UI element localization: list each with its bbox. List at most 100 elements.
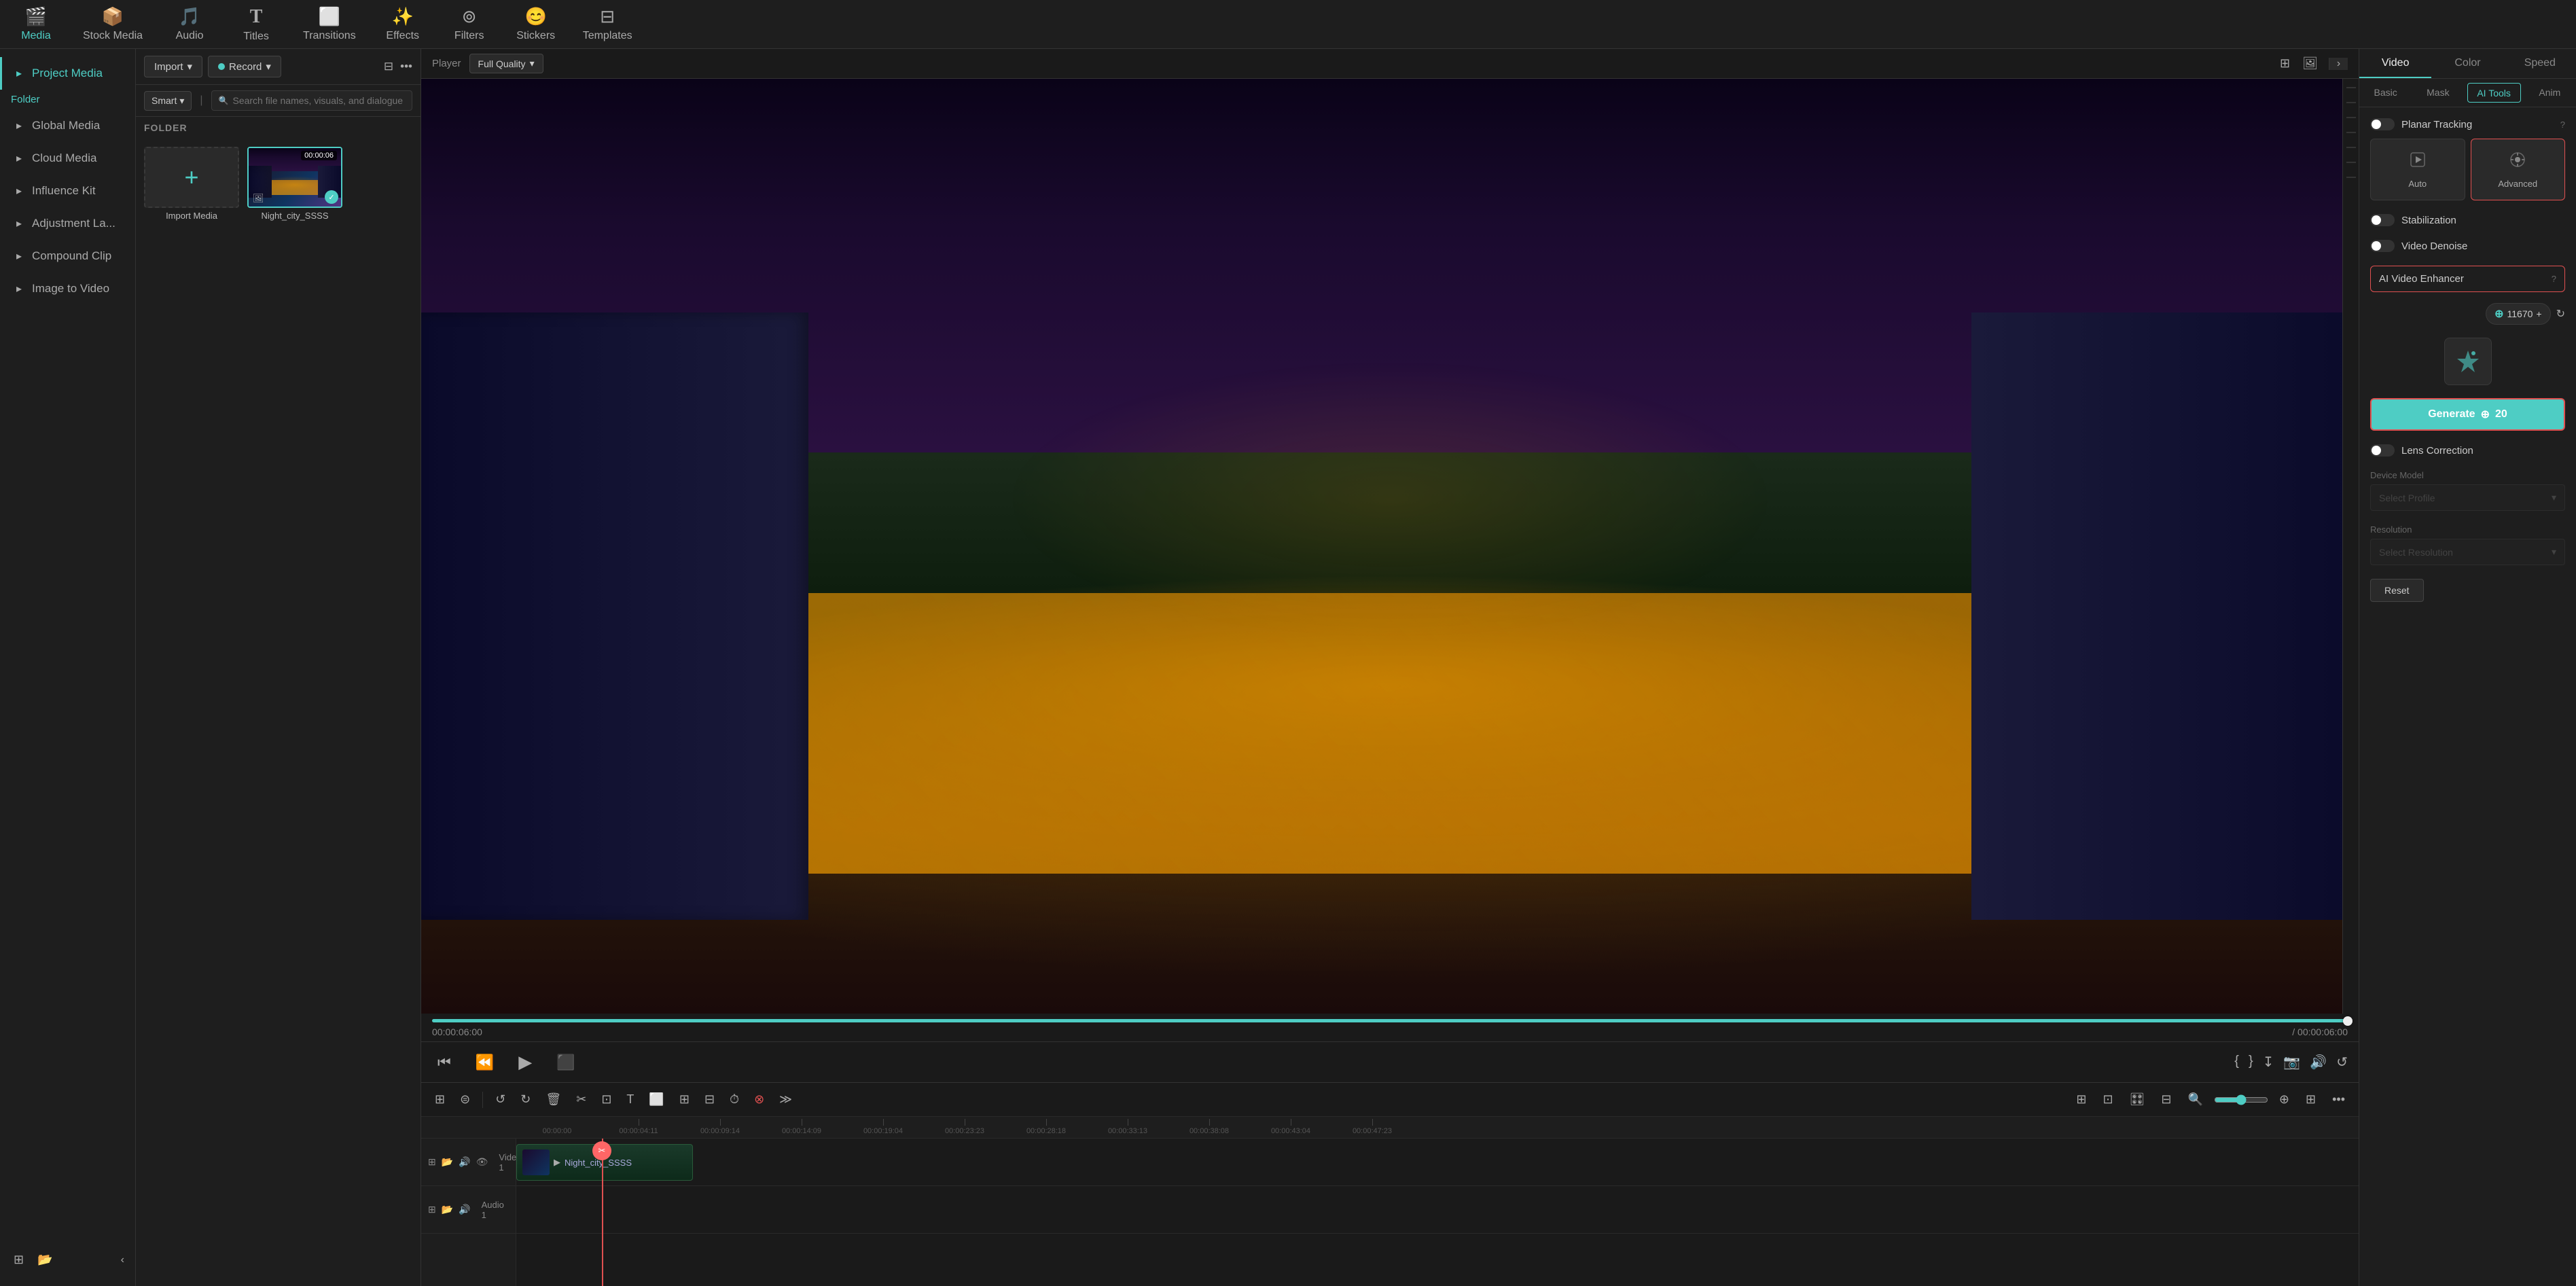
zoom-slider[interactable] xyxy=(2214,1094,2268,1105)
eye-icon[interactable]: 👁 xyxy=(476,1156,488,1168)
ai-enhancer-help-icon[interactable]: ? xyxy=(2552,274,2556,284)
in-point-icon[interactable]: { xyxy=(2234,1054,2239,1071)
audio-icon[interactable]: 🔊 xyxy=(2310,1054,2327,1071)
video-denoise-toggle[interactable] xyxy=(2370,240,2395,252)
planar-tracking-toggle[interactable] xyxy=(2370,118,2395,130)
tab-color[interactable]: Color xyxy=(2431,49,2503,78)
more-options-icon[interactable]: ••• xyxy=(400,60,412,73)
quality-select[interactable]: Full Quality ▾ xyxy=(469,54,543,73)
split-icon[interactable]: ⊡ xyxy=(2097,1089,2118,1110)
skip-back-button[interactable]: ⏮ xyxy=(432,1051,457,1074)
stabilization-toggle[interactable] xyxy=(2370,214,2395,226)
track-icon[interactable]: ⊟ xyxy=(2155,1089,2177,1110)
out-point-icon[interactable]: } xyxy=(2249,1054,2253,1071)
toolbar-filters[interactable]: ⊚ Filters xyxy=(439,2,500,46)
audio-mix-icon[interactable]: 🎛 xyxy=(2124,1089,2151,1110)
toolbar-media[interactable]: 🎬 Media xyxy=(5,2,67,46)
layout-icon[interactable]: ⊞ xyxy=(2300,1089,2321,1110)
marker-icon[interactable]: ⊗ xyxy=(749,1089,770,1110)
delete-icon[interactable]: 🗑 xyxy=(540,1089,567,1110)
toolbar-audio[interactable]: 🎵 Audio xyxy=(159,2,220,46)
toolbar-effects[interactable]: ✨ Effects xyxy=(372,2,433,46)
cut-icon[interactable]: ✂ xyxy=(571,1089,592,1110)
tab-video[interactable]: Video xyxy=(2359,49,2431,78)
toolbar-transitions[interactable]: ⬜ Transitions xyxy=(292,2,367,46)
reset-button[interactable]: Reset xyxy=(2370,579,2424,602)
magnet-icon[interactable]: ⊜ xyxy=(454,1089,476,1110)
filter-icon[interactable]: ⊟ xyxy=(384,60,393,73)
snapshot-icon[interactable]: 📷 xyxy=(2283,1054,2300,1071)
frame-back-button[interactable]: ⏪ xyxy=(470,1051,499,1074)
player-progress-bar[interactable] xyxy=(432,1019,2348,1022)
vol-icon[interactable]: 🔊 xyxy=(459,1156,470,1168)
speed-icon[interactable]: ⏱ xyxy=(724,1089,745,1110)
sidebar-item-cloud-media[interactable]: ▸ Cloud Media xyxy=(0,142,135,175)
more-icon[interactable]: ↺ xyxy=(2336,1054,2348,1071)
zoom-in-icon[interactable]: ⊕ xyxy=(2274,1089,2295,1110)
rect-icon[interactable]: ⬜ xyxy=(643,1089,669,1110)
generate-button[interactable]: Generate ⊕ 20 xyxy=(2370,398,2565,431)
undo-icon[interactable]: ↺ xyxy=(490,1089,511,1110)
planar-tracking-help-icon[interactable]: ? xyxy=(2560,120,2565,130)
grid-view-icon[interactable]: ⊞ xyxy=(2277,54,2293,73)
folder-label[interactable]: Folder xyxy=(11,94,40,105)
add-track-icon[interactable]: ⊞ xyxy=(428,1156,436,1168)
ruler-mark-7: 00:00:33:13 xyxy=(1087,1119,1168,1135)
planar-auto-option[interactable]: Auto xyxy=(2370,139,2465,200)
zoom-out-icon[interactable]: 🔍 xyxy=(2182,1089,2208,1110)
redo-icon[interactable]: ↻ xyxy=(515,1089,536,1110)
text-icon[interactable]: T xyxy=(621,1089,639,1110)
image-icon[interactable]: 🖼 xyxy=(2300,54,2321,73)
stop-button[interactable]: ⬛ xyxy=(551,1051,580,1074)
player-progress-thumb[interactable] xyxy=(2343,1016,2353,1026)
timeline-menu-icon[interactable]: ⊞ xyxy=(2071,1089,2092,1110)
player-sidebar-toggle[interactable]: › xyxy=(2329,58,2348,70)
titles-icon: T xyxy=(250,6,263,28)
sidebar-collapse-toggle[interactable]: ‹ xyxy=(121,1254,124,1266)
import-media-box[interactable]: + xyxy=(144,147,239,208)
search-input[interactable] xyxy=(232,95,405,106)
night-city-thumb[interactable]: 00:00:06 🖼 ⬆ ✓ Night_city_SSSS xyxy=(247,147,342,221)
lens-correction-toggle[interactable] xyxy=(2370,444,2395,457)
toolbar-titles[interactable]: T Titles xyxy=(226,2,287,47)
insert-icon[interactable]: ↧ xyxy=(2263,1054,2274,1071)
subtab-basic[interactable]: Basic xyxy=(2359,79,2412,107)
record-button[interactable]: Record ▾ xyxy=(208,56,281,77)
toolbar-stickers[interactable]: 😊 Stickers xyxy=(505,2,567,46)
composite-icon[interactable]: ⊟ xyxy=(699,1089,720,1110)
play-button[interactable]: ▶ xyxy=(513,1049,537,1075)
sidebar-item-adjustment-la[interactable]: ▸ Adjustment La... xyxy=(0,207,135,240)
sidebar-item-influence-kit[interactable]: ▸ Influence Kit xyxy=(0,175,135,207)
smart-button[interactable]: Smart ▾ xyxy=(144,91,192,111)
sidebar-item-compound-clip[interactable]: ▸ Compound Clip xyxy=(0,240,135,272)
ai-video-enhancer-box[interactable]: AI Video Enhancer ? xyxy=(2370,266,2565,292)
select-resolution-dropdown[interactable]: Select Resolution ▾ xyxy=(2370,539,2565,565)
tab-speed-label: Speed xyxy=(2524,57,2556,69)
subtab-mask[interactable]: Mask xyxy=(2412,79,2464,107)
import-folder-icon[interactable]: 📂 xyxy=(35,1250,55,1270)
folder-audio-icon[interactable]: 📂 xyxy=(442,1204,453,1215)
subtab-anim[interactable]: Anim xyxy=(2524,79,2576,107)
import-button[interactable]: Import ▾ xyxy=(144,56,202,77)
planar-advanced-option[interactable]: Advanced xyxy=(2471,139,2566,200)
sidebar-item-project-media[interactable]: ▸ Project Media xyxy=(0,57,135,90)
sidebar-item-global-media[interactable]: ▸ Global Media xyxy=(0,109,135,142)
clone-icon[interactable]: ⊞ xyxy=(674,1089,695,1110)
more-tools-icon[interactable]: ≫ xyxy=(774,1089,798,1110)
night-city-box[interactable]: 00:00:06 🖼 ⬆ ✓ xyxy=(247,147,342,208)
folder-track-icon[interactable]: 📂 xyxy=(442,1156,453,1168)
sidebar-item-image-to-video[interactable]: ▸ Image to Video xyxy=(0,272,135,305)
ellipsis-icon[interactable]: ••• xyxy=(2327,1089,2350,1110)
toolbar-templates[interactable]: ⊟ Templates xyxy=(572,2,643,46)
audio-vol-icon[interactable]: 🔊 xyxy=(459,1204,470,1215)
select-profile-dropdown[interactable]: Select Profile ▾ xyxy=(2370,484,2565,511)
refresh-icon[interactable]: ↻ xyxy=(2556,307,2565,321)
crop-icon[interactable]: ⊡ xyxy=(596,1089,617,1110)
import-media-thumb[interactable]: + Import Media xyxy=(144,147,239,221)
multi-track-icon[interactable]: ⊞ xyxy=(429,1089,450,1110)
toolbar-stock-media[interactable]: 📦 Stock Media xyxy=(72,2,154,46)
tab-speed[interactable]: Speed xyxy=(2504,49,2576,78)
new-folder-icon[interactable]: ⊞ xyxy=(11,1250,26,1270)
subtab-ai-tools[interactable]: AI Tools xyxy=(2467,83,2521,103)
add-audio-icon[interactable]: ⊞ xyxy=(428,1204,436,1215)
